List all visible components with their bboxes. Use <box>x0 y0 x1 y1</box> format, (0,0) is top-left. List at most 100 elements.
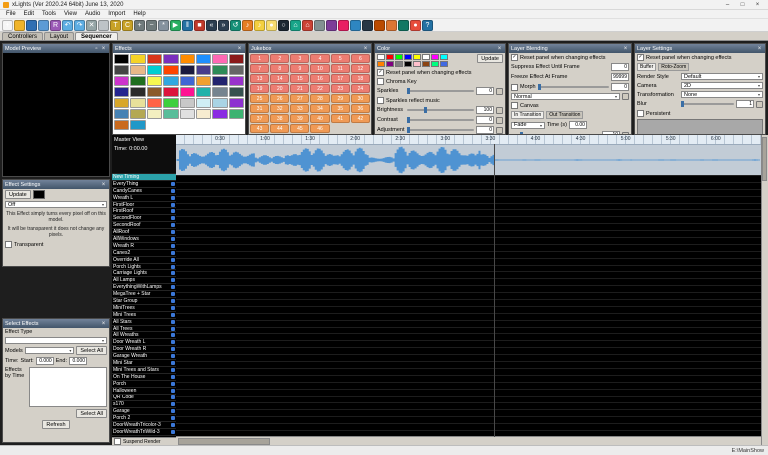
palette-swatch-2[interactable] <box>386 54 394 60</box>
lock-icon[interactable] <box>622 93 629 100</box>
effect-on-icon[interactable] <box>130 54 145 64</box>
effect-settings-toggle-icon[interactable] <box>326 20 337 31</box>
grid-row[interactable] <box>176 403 761 410</box>
sparkles-reflect-music-checkbox[interactable] <box>377 97 384 104</box>
mix-value[interactable]: 0 <box>611 83 629 91</box>
track-row[interactable]: MiniTrees <box>112 305 176 312</box>
effect-fan-icon[interactable] <box>147 65 162 75</box>
color-reset-checkbox[interactable] <box>377 69 384 76</box>
grid-row[interactable] <box>176 334 761 341</box>
track-row[interactable]: All Lamps <box>112 277 176 284</box>
effect-galaxy-icon[interactable] <box>196 65 211 75</box>
track-row[interactable]: All Stars <box>112 319 176 326</box>
close-panel-icon[interactable]: × <box>622 46 629 52</box>
buffer-tab[interactable]: Buffer <box>637 63 656 71</box>
jukebox-button-8[interactable]: 8 <box>270 64 289 73</box>
grid-row[interactable] <box>176 224 761 231</box>
end-time-field[interactable]: 0.000 <box>69 357 87 365</box>
effect-pinwheel-icon[interactable] <box>163 87 178 97</box>
jukebox-button-36[interactable]: 36 <box>351 104 370 113</box>
effect-settings-header[interactable]: Effect Settings × <box>3 180 109 189</box>
jukebox-button-23[interactable]: 23 <box>331 84 350 93</box>
grid-row[interactable] <box>176 390 761 397</box>
effect-butterfly-icon[interactable] <box>163 54 178 64</box>
jukebox-toggle-icon[interactable] <box>386 20 397 31</box>
jukebox-button-20[interactable]: 20 <box>270 84 289 93</box>
tab-controllers[interactable]: Controllers <box>2 32 43 40</box>
jukebox-button-16[interactable]: 16 <box>310 74 329 83</box>
close-panel-icon[interactable]: × <box>100 321 107 327</box>
grid-row[interactable] <box>176 383 761 390</box>
effect-circles-icon[interactable] <box>196 54 211 64</box>
audio-waveform[interactable] <box>176 145 761 176</box>
track-row[interactable]: Porch <box>112 381 176 388</box>
lock-icon[interactable] <box>496 117 503 124</box>
effect-color-wash-icon[interactable] <box>212 54 227 64</box>
model-preview-toggle-icon[interactable]: ⌂ <box>290 20 301 31</box>
effect-plasma-icon[interactable] <box>180 87 195 97</box>
jukebox-button-29[interactable]: 29 <box>331 94 350 103</box>
effect-dmx-icon[interactable] <box>114 65 129 75</box>
jukebox-button-19[interactable]: 19 <box>250 84 269 93</box>
track-row[interactable]: Garage Wreath <box>112 353 176 360</box>
track-row[interactable]: Star Group <box>112 298 176 305</box>
effect-sketch-icon[interactable] <box>180 98 195 108</box>
effect-glediator-icon[interactable] <box>229 65 244 75</box>
cut-icon[interactable]: ✕ <box>86 20 97 31</box>
jukebox-button-7[interactable]: 7 <box>250 64 269 73</box>
track-row[interactable]: FirstRoof <box>112 208 176 215</box>
grid-row[interactable] <box>176 197 761 204</box>
track-row[interactable]: All Trees <box>112 326 176 333</box>
effect-marquee-icon[interactable] <box>196 76 211 86</box>
jukebox-button-21[interactable]: 21 <box>290 84 309 93</box>
menu-edit[interactable]: Edit <box>20 11 38 17</box>
menu-help[interactable]: Help <box>129 11 149 17</box>
suppress-field[interactable]: 0 <box>611 63 629 71</box>
jukebox-button-22[interactable]: 22 <box>310 84 329 93</box>
effect-shader-icon[interactable] <box>229 87 244 97</box>
help-icon[interactable]: ? <box>422 20 433 31</box>
redo-icon[interactable]: ↷ <box>74 20 85 31</box>
grid-row[interactable] <box>176 417 761 424</box>
track-row[interactable]: All Wreaths <box>112 332 176 339</box>
blend-mode-dropdown[interactable]: Normal▾ <box>511 93 620 100</box>
grid-row[interactable] <box>176 238 761 245</box>
paste-by-cell-icon[interactable]: C <box>122 20 133 31</box>
track-row[interactable]: Canes2 <box>112 250 176 257</box>
grid-row[interactable] <box>176 217 761 224</box>
jukebox-button-39[interactable]: 39 <box>290 114 309 123</box>
grid-row[interactable] <box>176 204 761 211</box>
display-elements-icon[interactable] <box>314 20 325 31</box>
effect-bars-icon[interactable] <box>147 54 162 64</box>
effect-spirograph-icon[interactable] <box>114 109 129 119</box>
jukebox-button-11[interactable]: 11 <box>331 64 350 73</box>
effect-color-swatch[interactable] <box>33 190 45 199</box>
track-row[interactable]: CandyCanes <box>112 188 176 195</box>
effect-fire-icon[interactable] <box>163 65 178 75</box>
effect-servo-icon[interactable] <box>212 87 227 97</box>
menu-file[interactable]: File <box>2 11 20 17</box>
palette-swatch-8[interactable] <box>440 54 448 60</box>
track-row[interactable]: Override All <box>112 257 176 264</box>
effect-state-icon[interactable] <box>130 109 145 119</box>
replay-section-icon[interactable]: ↺ <box>230 20 241 31</box>
palette-swatch-7[interactable] <box>431 54 439 60</box>
effects-listbox[interactable] <box>29 367 107 407</box>
track-row[interactable]: Porch 2 <box>112 415 176 422</box>
horizontal-scrollbar[interactable] <box>176 436 761 445</box>
select-effects-header[interactable]: Select Effects × <box>3 319 109 328</box>
effect-wave-icon[interactable] <box>130 120 145 130</box>
blur-value[interactable]: 1 <box>736 100 754 108</box>
jukebox-button-9[interactable]: 9 <box>290 64 309 73</box>
palette-swatch-1[interactable] <box>377 54 385 60</box>
jukebox-button-26[interactable]: 26 <box>270 94 289 103</box>
fast-forward-icon[interactable]: » <box>218 20 229 31</box>
effect-twinkle-icon[interactable] <box>196 109 211 119</box>
chroma-key-checkbox[interactable] <box>377 78 384 85</box>
jukebox-button-28[interactable]: 28 <box>310 94 329 103</box>
palette-swatch-14[interactable] <box>422 61 430 67</box>
track-row[interactable]: Mini Star <box>112 360 176 367</box>
effect-lightning-icon[interactable] <box>147 76 162 86</box>
jukebox-button-42[interactable]: 42 <box>351 114 370 123</box>
effect-video-icon[interactable] <box>212 109 227 119</box>
